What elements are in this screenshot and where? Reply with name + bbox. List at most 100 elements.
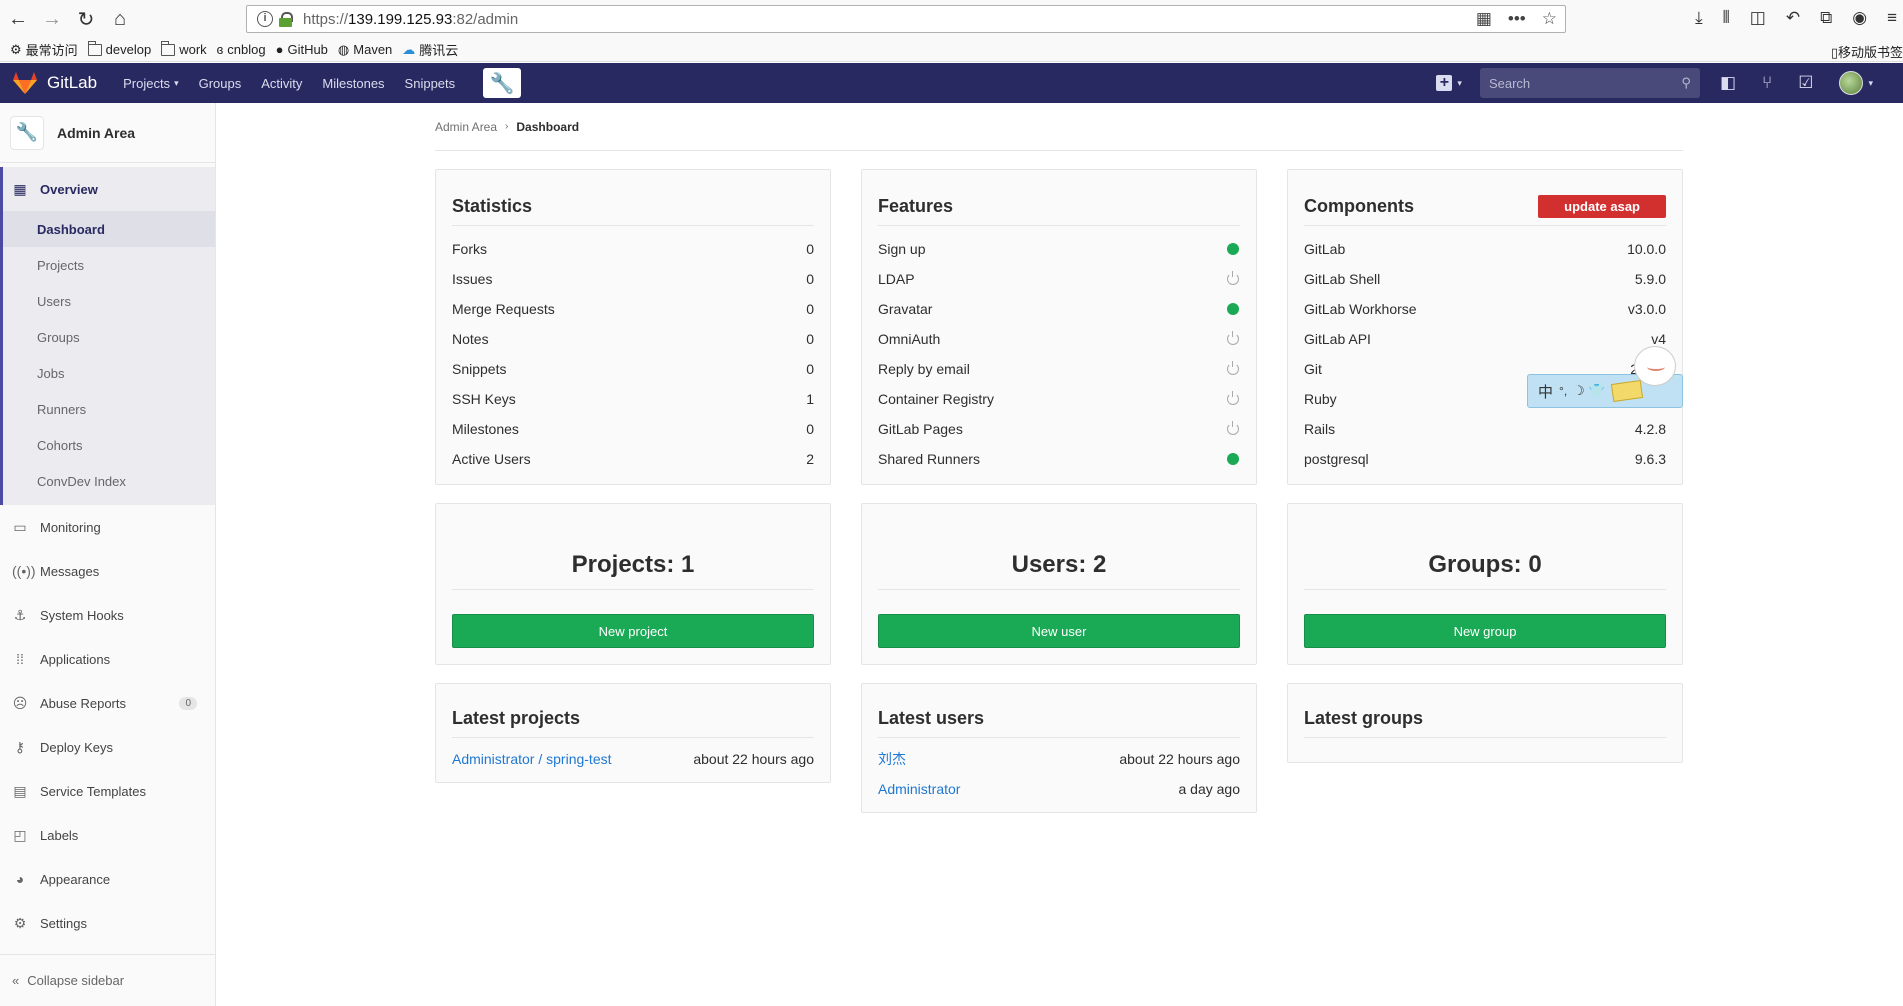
sidebar-item-abuse-reports[interactable]: ☹ Abuse Reports 0 [0, 681, 215, 725]
reload-icon[interactable]: ↻ [70, 3, 102, 35]
sidebar-item-label: Appearance [40, 871, 111, 887]
feature-label: OmniAuth [878, 331, 941, 347]
bookmark-most-visited[interactable]: ⚙ 最常访问 [10, 40, 78, 59]
sidebar-item-groups[interactable]: Groups [3, 319, 215, 355]
brand-name[interactable]: GitLab [47, 73, 97, 93]
overview-submenu: Dashboard Projects Users Groups Jobs Run… [0, 211, 215, 505]
update-asap-badge[interactable]: update asap [1538, 195, 1666, 218]
bookmark-tencent-cloud[interactable]: ☁ 腾讯云 [402, 40, 458, 59]
sidebar-item-runners[interactable]: Runners [3, 391, 215, 427]
sidebar-item-applications[interactable]: ⁞⁞ Applications [0, 637, 215, 681]
sidebar-item-appearance[interactable]: ◕ Appearance [0, 857, 215, 901]
bookmark-maven[interactable]: ◍ Maven [338, 42, 392, 58]
cnblog-icon: ɞ [216, 42, 224, 57]
new-dropdown-button[interactable]: + ▾ [1436, 75, 1462, 91]
sidebar-item-convdev-index[interactable]: ConvDev Index [3, 463, 215, 499]
gitlab-home-link[interactable]: GitLab [12, 71, 97, 95]
component-label: Rails [1304, 421, 1336, 437]
collapse-sidebar-button[interactable]: « Collapse sidebar [0, 954, 215, 1006]
frown-icon: ☹ [12, 694, 28, 711]
sidebar-toggle-icon[interactable]: ◫ [1750, 8, 1766, 28]
ime-punctuation-icon[interactable]: °, [1559, 384, 1567, 398]
nav-groups[interactable]: Groups [199, 76, 242, 91]
projects-count-card: Projects: 1 New project [435, 503, 831, 665]
sidebar-item-label: Service Templates [40, 783, 146, 799]
back-icon[interactable]: ← [2, 3, 34, 35]
bookmark-github[interactable]: ● GitHub [276, 42, 328, 57]
ime-mode-label[interactable]: 中 [1538, 381, 1553, 402]
sidebar-item-cohorts[interactable]: Cohorts [3, 427, 215, 463]
chat-icon[interactable]: ◉ [1852, 8, 1867, 28]
qr-code-icon[interactable]: ▦ [1476, 9, 1492, 29]
breadcrumb-current[interactable]: Dashboard [516, 120, 579, 134]
address-bar[interactable]: i https://139.199.125.93:82/admin ▦ ••• … [246, 5, 1566, 33]
nav-milestones[interactable]: Milestones [322, 76, 384, 91]
sidebar-item-dashboard[interactable]: Dashboard [3, 211, 215, 247]
collapse-sidebar-label: Collapse sidebar [27, 973, 125, 988]
nav-projects[interactable]: Projects ▾ [123, 76, 179, 91]
sidebar-item-settings[interactable]: ⚙ Settings [0, 901, 215, 945]
features-card: Features Sign up LDAP Gravatar OmniAuth … [861, 169, 1257, 485]
key-icon: ⚷ [14, 738, 26, 755]
screenshot-icon[interactable]: ⧉ [1820, 8, 1832, 28]
sidebar-item-label: Monitoring [40, 519, 101, 535]
nav-activity[interactable]: Activity [261, 76, 302, 91]
list-item: Administrator a day ago [878, 774, 1240, 804]
latest-projects-card: Latest projects Administrator / spring-t… [435, 683, 831, 783]
mobile-bookmarks[interactable]: ▯移动版书签 [1831, 42, 1903, 61]
bookmark-star-icon[interactable]: ☆ [1542, 9, 1557, 29]
sidebar-item-monitoring[interactable]: ▭ Monitoring [0, 505, 215, 549]
sidebar-context-header[interactable]: 🔧 Admin Area [0, 103, 215, 163]
sidebar-item-service-templates[interactable]: ▤ Service Templates [0, 769, 215, 813]
card-title: Components update asap [1304, 170, 1666, 226]
user-menu[interactable]: ▾ [1839, 71, 1873, 95]
undo-icon[interactable]: ↶ [1786, 8, 1800, 28]
ime-moon-icon[interactable]: ☽ [1573, 383, 1585, 399]
new-group-button[interactable]: New group [1304, 614, 1666, 648]
palette-icon: ◕ [15, 871, 25, 887]
feature-label: Shared Runners [878, 451, 980, 467]
sidebar-item-jobs[interactable]: Jobs [3, 355, 215, 391]
bookmark-work[interactable]: work [161, 40, 207, 57]
card-title: Latest groups [1304, 684, 1666, 738]
sidebar-item-overview[interactable]: ▦ Overview [0, 167, 215, 211]
breadcrumb-admin-area[interactable]: Admin Area [435, 120, 497, 134]
sidebar-item-messages[interactable]: ((•)) Messages [0, 549, 215, 593]
sidebar-item-labels[interactable]: ◰ Labels [0, 813, 215, 857]
menu-icon[interactable]: ≡ [1887, 8, 1897, 28]
download-icon[interactable]: ⤓ [1695, 8, 1703, 28]
feature-enabled-icon [1227, 243, 1239, 255]
ime-skin-icon[interactable]: 👕 [1589, 383, 1605, 399]
user-link[interactable]: 刘杰 [878, 749, 906, 769]
sidebar-item-users[interactable]: Users [3, 283, 215, 319]
stat-value: 0 [806, 271, 814, 287]
bookmark-cnblog[interactable]: ɞ cnblog [217, 42, 266, 57]
sidebar-item-system-hooks[interactable]: ⚓ System Hooks [0, 593, 215, 637]
sidebar-item-deploy-keys[interactable]: ⚷ Deploy Keys [0, 725, 215, 769]
wrench-icon: 🔧 [10, 115, 44, 150]
admin-area-button[interactable]: 🔧 [483, 68, 522, 98]
new-project-button[interactable]: New project [452, 614, 814, 648]
nav-snippets[interactable]: Snippets [405, 76, 456, 91]
bookmark-develop[interactable]: develop [87, 40, 151, 57]
sidebar-item-projects[interactable]: Projects [3, 247, 215, 283]
forward-icon[interactable]: → [36, 3, 68, 35]
stat-row: Milestones 0 [452, 414, 814, 444]
search-input[interactable]: Search ⚲ [1479, 68, 1700, 98]
home-icon[interactable]: ⌂ [104, 3, 136, 35]
new-user-button[interactable]: New user [878, 614, 1240, 648]
feature-enabled-icon [1227, 453, 1239, 465]
issues-icon[interactable]: ◧ [1720, 73, 1736, 93]
merge-requests-icon[interactable]: ⑂ [1762, 73, 1772, 93]
page-actions-icon[interactable]: ••• [1508, 9, 1526, 29]
user-link[interactable]: Administrator [878, 781, 960, 797]
lock-icon[interactable] [279, 12, 293, 27]
card-title: Features [878, 170, 1240, 226]
folder-icon [87, 40, 102, 56]
library-icon[interactable]: ⫴ [1723, 8, 1730, 28]
todos-icon[interactable]: ☑ [1798, 73, 1813, 93]
feature-disabled-icon [1227, 391, 1239, 405]
url-text[interactable]: https://139.199.125.93:82/admin [303, 11, 518, 28]
site-info-icon[interactable]: i [257, 11, 273, 27]
project-link[interactable]: Administrator / spring-test [452, 751, 612, 767]
